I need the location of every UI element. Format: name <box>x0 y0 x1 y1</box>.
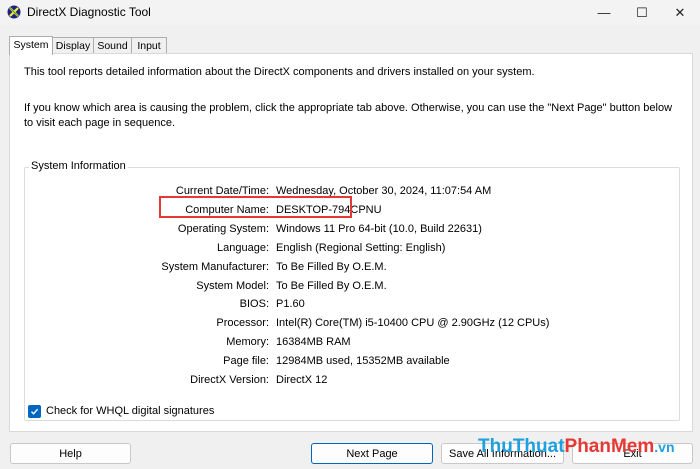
info-row-operating-system: Operating System: Windows 11 Pro 64-bit … <box>25 220 679 238</box>
info-row-bios: BIOS: P1.60 <box>25 295 679 313</box>
info-row-memory: Memory: 16384MB RAM <box>25 333 679 351</box>
info-label: System Manufacturer: <box>161 261 269 273</box>
tab-display[interactable]: Display <box>52 37 94 54</box>
minimize-button[interactable]: — <box>585 0 623 25</box>
watermark-part-1: ThuThuat <box>478 436 565 457</box>
info-value: P1.60 <box>276 298 305 310</box>
info-row-system-model: System Model: To Be Filled By O.E.M. <box>25 277 679 295</box>
info-label: System Model: <box>196 280 269 292</box>
whql-label: Check for WHQL digital signatures <box>46 405 215 417</box>
info-value: 16384MB RAM <box>276 336 351 348</box>
info-row-language: Language: English (Regional Setting: Eng… <box>25 239 679 257</box>
system-tab-panel: This tool reports detailed information a… <box>9 53 693 432</box>
info-row-page-file: Page file: 12984MB used, 15352MB availab… <box>25 352 679 370</box>
tab-input[interactable]: Input <box>131 37 167 54</box>
info-value: To Be Filled By O.E.M. <box>276 280 387 292</box>
info-row-computer-name: Computer Name: DESKTOP-794CPNU <box>25 201 679 219</box>
whql-checkbox[interactable] <box>28 404 41 418</box>
title-bar: DirectX Diagnostic Tool — ☐ ✕ <box>0 0 700 25</box>
info-row-directx-version: DirectX Version: DirectX 12 <box>25 371 679 389</box>
info-row-system-manufacturer: System Manufacturer: To Be Filled By O.E… <box>25 258 679 276</box>
tab-system[interactable]: System <box>9 36 53 55</box>
system-information-group: System Information Current Date/Time: We… <box>24 160 680 421</box>
close-button[interactable]: ✕ <box>661 0 699 25</box>
description-line-1: This tool reports detailed information a… <box>24 66 535 78</box>
help-button[interactable]: Help <box>10 443 131 464</box>
watermark-logo: ThuThuatPhanMem.vn <box>478 436 675 458</box>
next-page-button[interactable]: Next Page <box>311 443 433 464</box>
info-row-date-time: Current Date/Time: Wednesday, October 30… <box>25 182 679 200</box>
directx-app-icon <box>7 5 21 19</box>
info-label: Language: <box>217 242 269 254</box>
tab-sound[interactable]: Sound <box>93 37 132 54</box>
info-label: Memory: <box>226 336 269 348</box>
group-title: System Information <box>29 160 128 172</box>
info-label: Processor: <box>216 317 269 329</box>
window-title: DirectX Diagnostic Tool <box>27 5 151 19</box>
info-label: DirectX Version: <box>190 374 269 386</box>
checkmark-icon <box>31 408 39 415</box>
info-label: BIOS: <box>239 298 269 310</box>
whql-checkbox-row[interactable]: Check for WHQL digital signatures <box>28 403 214 419</box>
watermark-part-2: PhanMem <box>564 436 655 457</box>
info-value: 12984MB used, 15352MB available <box>276 355 450 367</box>
info-value: Intel(R) Core(TM) i5-10400 CPU @ 2.90GHz… <box>276 317 550 329</box>
description-line-2: If you know which area is causing the pr… <box>24 102 673 129</box>
info-row-processor: Processor: Intel(R) Core(TM) i5-10400 CP… <box>25 314 679 332</box>
info-label: Operating System: <box>177 223 269 235</box>
info-value: Windows 11 Pro 64-bit (10.0, Build 22631… <box>276 223 482 235</box>
watermark-part-3: .vn <box>654 439 675 455</box>
info-value: To Be Filled By O.E.M. <box>276 261 387 273</box>
maximize-button[interactable]: ☐ <box>623 0 661 25</box>
info-label: Page file: <box>223 355 269 367</box>
computer-name-highlight <box>159 196 352 218</box>
info-value: DirectX 12 <box>276 374 328 386</box>
info-value: English (Regional Setting: English) <box>276 242 446 254</box>
